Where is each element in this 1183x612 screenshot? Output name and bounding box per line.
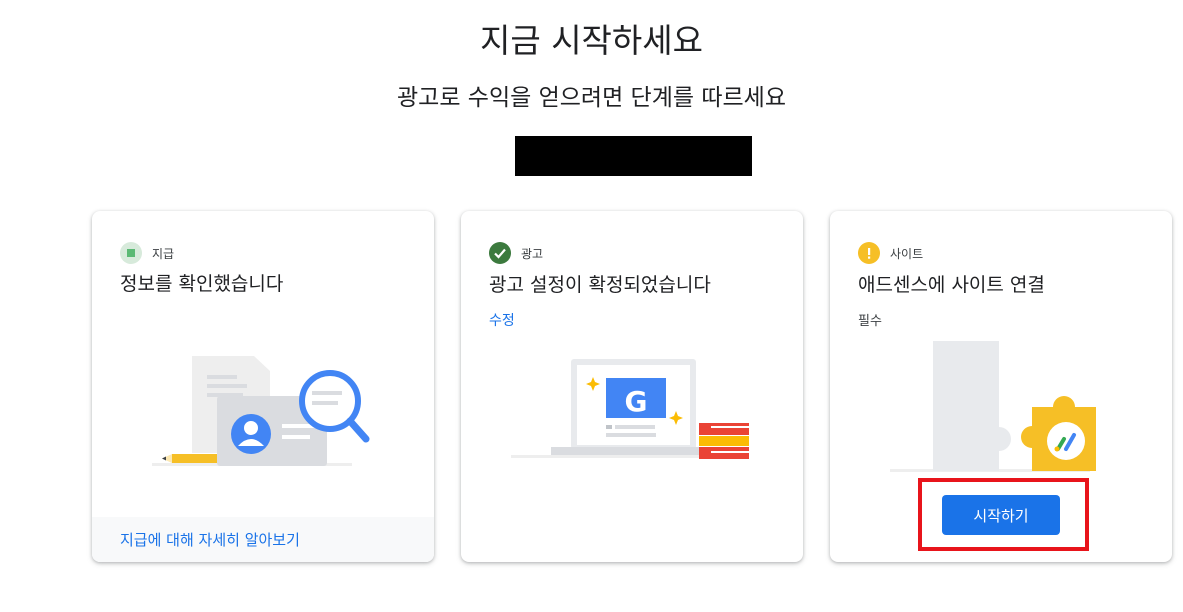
site-card: 사이트 애드센스에 사이트 연결 필수 시작하기 bbox=[830, 211, 1172, 562]
page-subtitle: 광고로 수익을 얻으려면 단계를 따르세요 bbox=[397, 85, 786, 111]
site-required-label: 필수 bbox=[858, 314, 882, 329]
payments-badge-label: 지급 bbox=[152, 246, 175, 261]
payments-badge-row: 지급 bbox=[120, 242, 174, 264]
ads-edit-link[interactable]: 수정 bbox=[489, 310, 515, 330]
payments-card: 지급 정보를 확인했습니다 지급에 대해 자세히 알아보기 bbox=[92, 211, 434, 562]
start-button[interactable]: 시작하기 bbox=[942, 495, 1060, 535]
site-badge-row: 사이트 bbox=[858, 242, 923, 264]
payments-learn-more-footer[interactable]: 지급에 대해 자세히 알아보기 bbox=[92, 517, 434, 562]
laptop-google-illustration: G bbox=[511, 359, 749, 459]
check-icon bbox=[489, 242, 511, 264]
ads-card: 광고 광고 설정이 확정되었습니다 수정 G bbox=[461, 211, 803, 562]
svg-text:G: G bbox=[625, 385, 648, 418]
id-card-magnifier-illustration bbox=[152, 356, 370, 466]
site-card-title: 애드센스에 사이트 연결 bbox=[858, 274, 1045, 296]
payments-learn-more-link[interactable]: 지급에 대해 자세히 알아보기 bbox=[120, 529, 300, 550]
puzzle-adsense-illustration bbox=[890, 341, 1096, 472]
redacted-block bbox=[515, 136, 752, 176]
exclamation-icon bbox=[858, 242, 880, 264]
square-status-icon bbox=[120, 242, 142, 264]
payments-card-title: 정보를 확인했습니다 bbox=[120, 273, 284, 295]
page-title: 지금 시작하세요 bbox=[479, 21, 703, 60]
ads-badge-row: 광고 bbox=[489, 242, 543, 264]
ads-badge-label: 광고 bbox=[521, 246, 544, 261]
site-badge-label: 사이트 bbox=[890, 246, 924, 261]
ads-card-title: 광고 설정이 확정되었습니다 bbox=[489, 274, 711, 296]
